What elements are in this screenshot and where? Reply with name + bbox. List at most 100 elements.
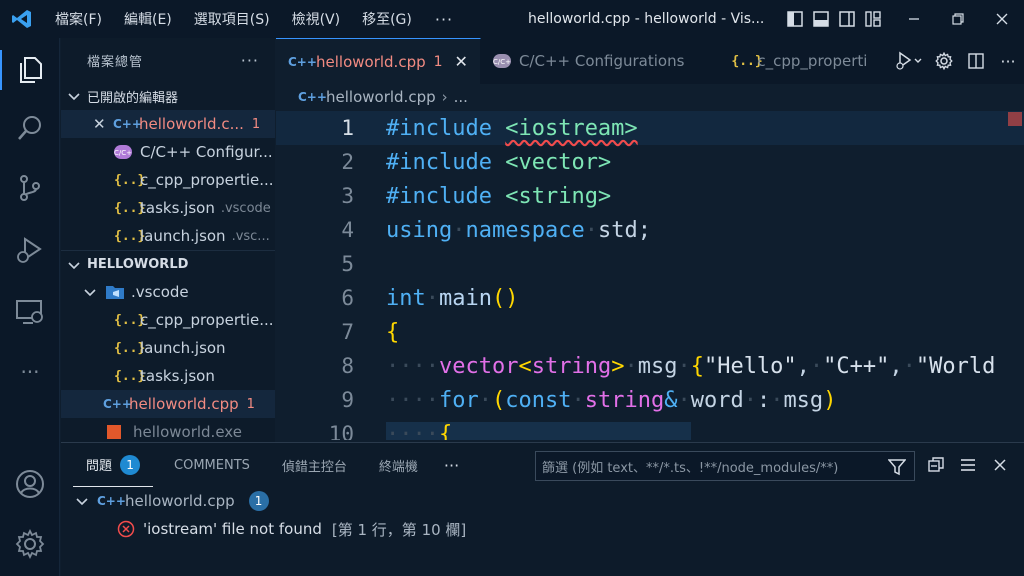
explorer-more-button[interactable]: ··· [241,51,259,70]
file-name: launch.json [140,339,226,357]
panel-tabs: 問題 1 COMMENTS 偵錯主控台 終端機 ··· [61,443,472,487]
layout-controls [782,0,886,38]
code-line[interactable]: 6 int·main() [276,281,1024,315]
code-line[interactable]: 1 #include <iostream> [276,111,1024,145]
problems-count-badge: 1 [120,454,141,475]
file-name: helloworld.exe [133,423,242,441]
filter-funnel-icon[interactable] [887,458,907,480]
error-circle-icon [117,520,135,538]
breadcrumb: C++ helloworld.cpp › ... [276,84,1024,110]
code-line[interactable]: 8 ····vector<string>·msg·{"Hello",·"C++"… [276,349,1024,383]
manage-gear-icon[interactable] [0,518,60,570]
code-text: ····for·(const·string&·word·:·msg) [386,387,837,413]
problems-filter-input[interactable]: 篩選 (例如 text、**/*.ts、!**/node_modules/**) [535,451,915,481]
code-text: { [386,319,400,345]
file-item[interactable]: {..} c_cpp_propertie... [61,306,275,334]
run-debug-file-icon[interactable] [890,38,928,84]
tab-problems[interactable]: 問題 1 [73,443,154,487]
run-debug-icon[interactable] [0,224,60,276]
code-line[interactable]: 7 { [276,315,1024,349]
file-item-active[interactable]: C++ helloworld.cpp 1 [61,390,275,418]
cpp-icon: C++ [97,494,126,508]
folder-name: .vscode [131,283,189,301]
code-text: #include <iostream> [386,115,638,141]
open-editor-item[interactable]: {..} c_cpp_propertie... [61,166,275,194]
more-views-icon[interactable]: ··· [0,346,60,398]
tab-error-count: 1 [433,53,443,70]
more-actions-icon[interactable]: ··· [992,38,1024,84]
menu-view[interactable]: 檢視(V) [281,9,352,29]
restore-icon[interactable] [936,0,980,38]
tab-helloworld-cpp[interactable]: C++ helloworld.cpp 1 ✕ [276,38,481,84]
search-icon[interactable] [0,102,60,154]
split-editor-icon[interactable] [960,38,992,84]
problem-location: [第 1 行，第 10 欄] [331,520,467,539]
minimize-icon[interactable] [892,0,936,38]
toggle-sidebar-icon[interactable] [782,0,808,38]
code-line[interactable]: 10 ····{ [276,417,1024,440]
tab-debug-console[interactable]: 偵錯主控台 [269,443,360,487]
activity-bar: ··· [0,38,60,576]
problem-file-row[interactable]: C++ helloworld.cpp 1 [75,487,269,515]
open-editors-label: 已開啟的編輯器 [87,90,179,106]
cpp-icon: C++ [288,54,317,69]
open-editor-name: c_cpp_propertie... [140,171,274,189]
tab-cpp-configurations[interactable]: C/C+ C/C++ Configurations [481,38,720,84]
code-line[interactable]: 9 ····for·(const·string&·word·:·msg) [276,383,1024,417]
close-panel-icon[interactable] [984,443,1016,487]
source-control-icon[interactable] [0,162,60,214]
code-line[interactable]: 5 [276,247,1024,281]
cpp-icon: C++ [298,90,327,104]
explorer-icon[interactable] [0,44,60,96]
tab-c-cpp-properties[interactable]: {..} c_cpp_properti [719,38,881,84]
line-number: 6 [341,286,354,310]
menu-go[interactable]: 移至(G) [351,9,423,29]
menu-file[interactable]: 檔案(F) [44,9,113,29]
file-name: tasks.json [140,367,215,385]
open-editor-item[interactable]: {..} launch.json .vsc... [61,222,275,250]
breadcrumb-more[interactable]: ... [454,88,468,106]
accounts-icon[interactable] [0,458,60,510]
menu-edit[interactable]: 編輯(E) [113,9,183,29]
customize-layout-icon[interactable] [860,0,886,38]
remote-explorer-icon[interactable] [0,286,60,338]
toggle-secondary-sidebar-icon[interactable] [834,0,860,38]
line-number: 4 [341,218,354,242]
tab-label: helloworld.cpp [316,52,426,71]
menu-selection[interactable]: 選取項目(S) [183,9,281,29]
code-editor[interactable]: 1 #include <iostream> 2 #include <vector… [276,110,1024,440]
menu-more-button[interactable]: ··· [423,10,465,29]
open-editors-section[interactable]: 已開啟的編輯器 [61,82,275,110]
toggle-panel-icon[interactable] [808,0,834,38]
code-line[interactable]: 3 #include <string> [276,179,1024,213]
project-label: HELLOWORLD [87,257,189,272]
open-editor-folder: .vscode [220,200,271,216]
problem-item[interactable]: 'iostream' file not found [第 1 行，第 10 欄] [117,515,466,543]
open-editor-item[interactable]: ✕ C++ helloworld.c... 1 [61,110,275,138]
open-editor-folder: .vsc... [231,228,270,244]
window-title: helloworld.cpp - helloworld - Vis... [528,11,765,27]
code-line[interactable]: 4 using·namespace·std; [276,213,1024,247]
settings-file-icon: C/C+ [492,54,519,68]
close-editor-icon[interactable]: ✕ [93,115,113,133]
file-item[interactable]: {..} launch.json [61,334,275,362]
view-as-list-icon[interactable] [952,443,984,487]
project-section[interactable]: HELLOWORLD [61,250,275,278]
settings-gear-icon[interactable] [928,38,960,84]
close-tab-icon[interactable]: ✕ [455,52,468,71]
filter-placeholder: 篩選 (例如 text、**/*.ts、!**/node_modules/**) [542,460,839,476]
close-window-icon[interactable] [980,0,1024,38]
open-editor-item[interactable]: C/C+ C/C++ Configur... [61,138,275,166]
tab-terminal[interactable]: 終端機 [366,443,431,487]
open-editor-item[interactable]: {..} tasks.json .vscode [61,194,275,222]
explorer-header: 檔案總管 ··· [61,38,275,82]
panel-more-button[interactable]: ··· [431,443,472,487]
file-item[interactable]: helloworld.exe [61,418,275,442]
tab-comments[interactable]: COMMENTS [161,443,263,487]
collapse-all-icon[interactable] [920,443,952,487]
folder-item[interactable]: .vscode [61,278,275,306]
breadcrumb-file[interactable]: helloworld.cpp [326,88,436,106]
line-number: 8 [341,354,354,378]
file-item[interactable]: {..} tasks.json [61,362,275,390]
code-line[interactable]: 2 #include <vector> [276,145,1024,179]
